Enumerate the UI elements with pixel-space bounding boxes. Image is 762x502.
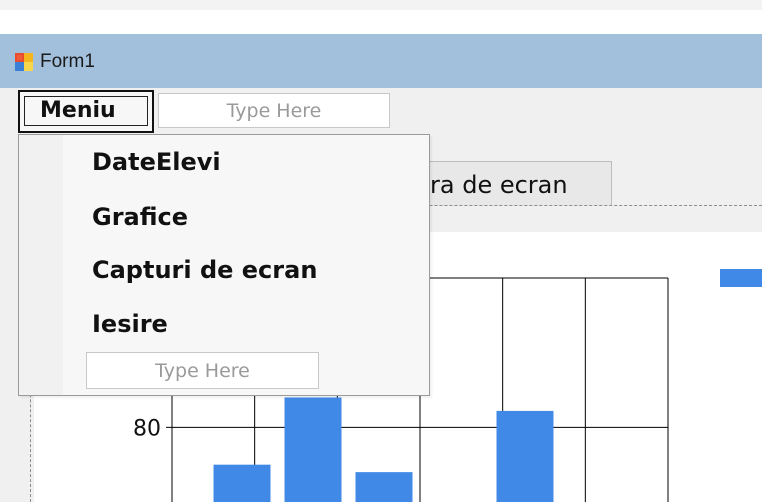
menu-item-grafice[interactable]: Grafice [92, 203, 188, 231]
menu-item-iesire[interactable]: Iesire [92, 310, 168, 338]
chart-bar [496, 410, 554, 502]
chart-bar [355, 472, 413, 502]
menu-item-dateelevi[interactable]: DateElevi [92, 148, 221, 176]
form1-window: Form1 Meniu Type Here ra de ecran 80 Dat… [0, 0, 762, 502]
type-here-dropdown-input[interactable]: Type Here [86, 352, 319, 389]
chart-bar [284, 397, 342, 502]
y-tick-label: 80 [133, 416, 161, 441]
menu-item-capturi-de-ecran[interactable]: Capturi de ecran [92, 256, 317, 284]
chart-bar [213, 464, 271, 502]
legend-swatch [720, 269, 762, 287]
dropdown-image-gutter [19, 135, 63, 395]
